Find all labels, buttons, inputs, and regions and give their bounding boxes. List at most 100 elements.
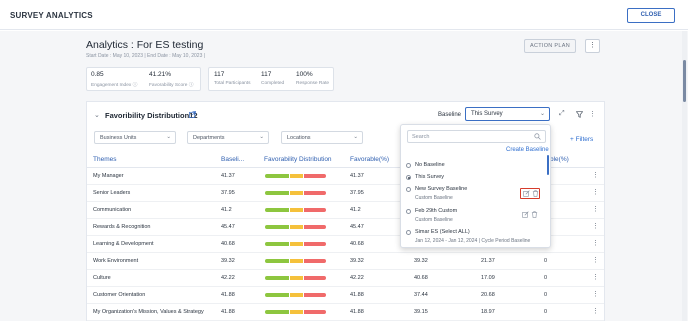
neutral-segment [290,208,303,212]
total-participants-label: Total Participants [214,81,251,86]
neutral-cell: 18.97 [481,309,495,315]
favorability-distribution-bar[interactable] [265,208,326,212]
neutral-segment [290,225,303,229]
row-menu-icon[interactable]: ⋮ [592,273,599,281]
favorable-segment [265,259,290,263]
departments-filter[interactable]: Departments ⌄ [187,131,269,144]
locations-filter[interactable]: Locations ⌄ [281,131,363,144]
neutral-segment [290,293,303,297]
row-menu-icon[interactable]: ⋮ [592,222,599,230]
action-plan-button[interactable]: ACTION PLAN [524,39,576,53]
open-external-icon[interactable] [189,111,196,118]
favorable-cell: 41.37 [350,173,364,179]
survey-dates: Start Date : May 10, 2023 | End Date : M… [86,53,206,59]
unfavorable-segment [303,276,326,280]
favorability-distribution-bar[interactable] [265,242,326,246]
baseline-option-actions [520,188,540,199]
neutral-segment [290,310,303,314]
table-row[interactable]: Culture 42.22 42.22 40.68 17.09 0 ⋮ [87,270,604,287]
delete-icon[interactable] [532,190,539,197]
edit-icon[interactable] [523,190,530,197]
radio-button[interactable] [406,163,411,168]
completed-stat: 117 Completed [261,71,284,86]
unfavorable-segment [303,310,326,314]
completed-value: 117 [261,71,272,78]
baseline-cell: 39.32 [221,258,235,264]
unfavorable-segment [303,225,326,229]
row-menu-icon[interactable]: ⋮ [592,205,599,213]
favorability-distribution-bar[interactable] [265,293,326,297]
favorability-distribution-bar[interactable] [265,310,326,314]
baseline-select[interactable]: This Survey ⌄ [465,107,550,121]
baseline-option-name: Feb 29th Custom [415,208,458,214]
favorability-distribution-bar[interactable] [265,174,326,178]
expand-icon[interactable]: ⤢ [559,110,565,118]
panel-menu-icon[interactable]: ⋮ [589,110,596,118]
row-menu-icon[interactable]: ⋮ [592,256,599,264]
radio-button[interactable] [406,175,411,180]
favorability-score-value: 41.21% [149,71,172,78]
page-scrollbar-thumb[interactable] [683,60,686,102]
row-menu-icon[interactable]: ⋮ [592,171,599,179]
collapse-chevron-icon[interactable]: ⌄ [94,111,100,119]
favorable-cell: 37.95 [350,190,364,196]
favorability-distribution-bar[interactable] [265,225,326,229]
filter-icon[interactable] [576,111,583,118]
radio-button[interactable] [406,209,411,214]
more-options-button[interactable]: ⋮ [585,39,600,53]
table-row[interactable]: My Organization's Mission, Values & Stra… [87,304,604,321]
baseline-search-input[interactable]: Search [407,130,546,143]
dropdown-scrollbar[interactable] [547,155,549,175]
engagement-stats-card: 0.85 Engagement Index ⓘ 41.21% Favorabil… [86,67,201,91]
themes-column-header[interactable]: Themes [93,156,116,163]
neutral-segment [290,242,303,246]
close-button[interactable]: CLOSE [627,8,675,23]
delete-icon[interactable] [531,211,538,218]
baseline-column-header[interactable]: Baseli... [221,156,244,163]
create-baseline-link[interactable]: Create Baseline [506,147,549,153]
radio-button[interactable] [406,187,411,192]
total-participants-stat: 117 Total Participants [214,71,251,86]
neutral-cell: 17.09 [481,275,495,281]
favorable-segment [265,242,290,246]
baseline-cell: 41.2 [221,207,232,213]
favorable-column-header[interactable]: Favorable(%) [350,156,389,163]
baseline-cell: 37.95 [221,190,235,196]
departments-filter-label: Departments [193,135,225,141]
row-menu-icon[interactable]: ⋮ [592,307,599,315]
unfavorable-segment [303,208,326,212]
favorable-segment [265,191,290,195]
add-filters-button[interactable]: + Filters [570,136,593,143]
last-column-header[interactable]: ble(%) [550,156,569,163]
theme-cell: Customer Orientation [93,292,146,298]
favorability-distribution-bar[interactable] [265,191,326,195]
row-menu-icon[interactable]: ⋮ [592,290,599,298]
table-row[interactable]: Work Environment 39.32 39.32 39.32 21.37 0 ⋮ [87,253,604,270]
radio-button[interactable] [406,230,411,235]
favorability-distribution-bar[interactable] [265,259,326,263]
unfavorable-cell: 0 [544,275,548,281]
baseline-option[interactable]: Simar ES (Select ALL) Jan 12, 2024 - Jan … [406,229,546,247]
search-placeholder: Search [412,134,430,140]
business-units-filter[interactable]: Business Units ⌄ [94,131,176,144]
table-row[interactable]: Customer Orientation 41.88 41.88 37.44 20.68… [87,287,604,304]
baseline-dropdown: Search Create Baseline No Baseline This S… [400,124,551,248]
baseline-selected-value: This Survey [471,111,503,117]
row-menu-icon[interactable]: ⋮ [592,239,599,247]
theme-cell: Culture [93,275,111,281]
unfavorable-segment [303,242,326,246]
favorable-cell: 41.88 [350,292,364,298]
response-rate-stat: 100% Response Rate [296,71,329,86]
favorable-segment [265,293,290,297]
unfavorable-cell: 0 [544,292,548,298]
theme-cell: Work Environment [93,258,139,264]
engagement-index-value: 0.85 [91,71,104,78]
favorability-distribution-bar[interactable] [265,276,326,280]
baseline-option-type: Jan 12, 2024 - Jan 12, 2024 | Cycle Peri… [415,238,531,244]
edit-icon[interactable] [522,211,529,218]
baseline-option-name: New Survey Baseline [415,186,468,192]
baseline-cell: 45.47 [221,224,235,230]
row-menu-icon[interactable]: ⋮ [592,188,599,196]
theme-cell: My Manager [93,173,124,179]
baseline-option-type: Custom Baseline [415,217,453,223]
